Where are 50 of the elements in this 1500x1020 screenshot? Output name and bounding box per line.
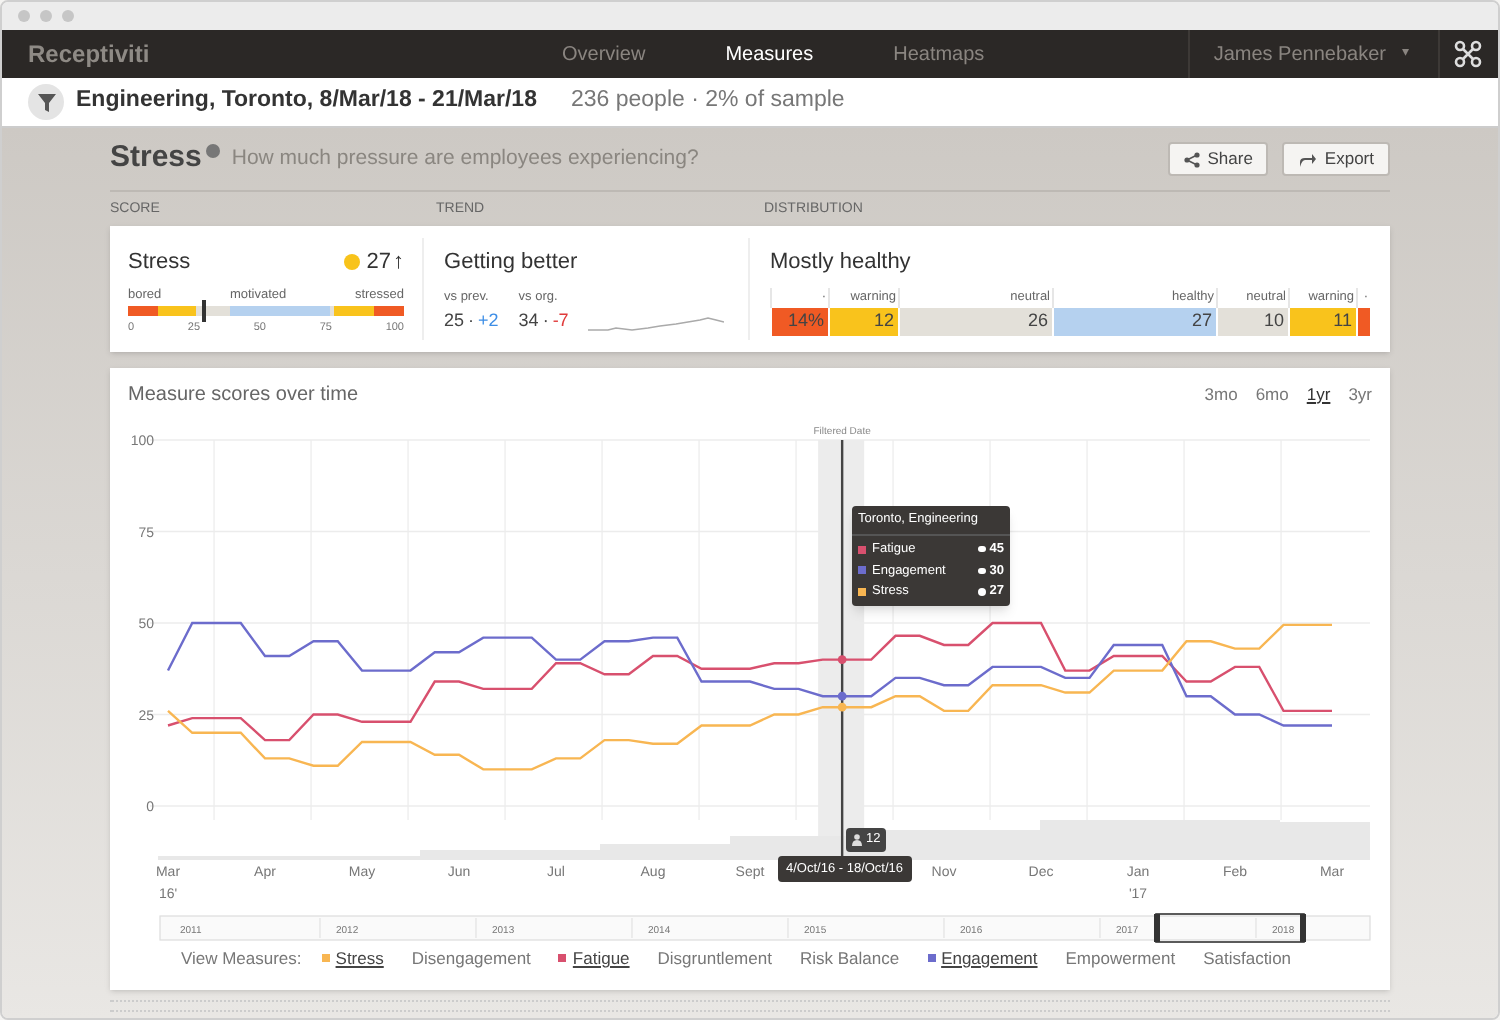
page-title: Stress <box>110 138 202 179</box>
app-logo[interactable]: Receptiviti <box>28 36 150 72</box>
legend-item[interactable]: Disgruntlement <box>657 946 772 972</box>
separator-dot: · <box>468 308 475 335</box>
comparison-value: 34 <box>518 308 539 335</box>
comparison-delta: +2 <box>478 308 499 335</box>
legend-item[interactable]: Fatigue <box>558 946 630 972</box>
legend-item[interactable]: Risk Balance <box>799 946 900 972</box>
range-tab[interactable]: 3mo <box>1204 381 1238 407</box>
person-icon <box>852 834 862 846</box>
filter-title: Engineering, Toronto, 8/Mar/18 - 21/Mar/18 <box>76 86 537 117</box>
nav-tab[interactable]: Heatmaps <box>893 39 985 69</box>
export-button[interactable]: Export <box>1282 142 1390 176</box>
distribution-segment: 11 <box>1288 307 1356 335</box>
range-tab[interactable]: 1yr <box>1306 381 1331 407</box>
page-subtitle: How much pressure are employees experiencing? <box>231 143 699 174</box>
nav-tab[interactable]: Overview <box>562 39 646 69</box>
range-tab[interactable]: 3yr <box>1348 381 1372 407</box>
share-button[interactable]: Share <box>1167 142 1269 176</box>
data-point <box>837 655 847 664</box>
distribution-segment: 14% <box>770 307 828 335</box>
separator-dot: · <box>542 308 549 335</box>
legend-item[interactable]: Satisfaction <box>1203 946 1292 972</box>
filter-summary: 236 people · 2% of sample <box>570 86 845 117</box>
share-icon <box>1183 151 1200 167</box>
score-title: Stress <box>128 248 191 278</box>
comparison-value: 25 <box>444 308 465 335</box>
filter-icon[interactable] <box>28 84 64 120</box>
legend-item[interactable]: Engagement <box>927 946 1038 972</box>
network-icon[interactable] <box>1453 40 1481 68</box>
chart-title: Measure scores over time <box>128 381 359 409</box>
distribution-segment: 12 <box>828 307 898 335</box>
legend-item[interactable]: Disengagement <box>411 946 531 972</box>
score-value: 27 <box>366 248 392 278</box>
legend-item[interactable]: Stress <box>321 946 384 972</box>
range-brush[interactable] <box>1154 913 1306 943</box>
forward-arrow-icon <box>1298 151 1317 167</box>
help-icon[interactable] <box>205 144 220 158</box>
distribution-segment: 26 <box>898 307 1052 335</box>
trend-arrow-icon: ↑ <box>393 246 405 279</box>
legend-item[interactable]: Empowerment <box>1065 946 1176 972</box>
range-tab[interactable]: 6mo <box>1255 381 1289 407</box>
trend-title: Getting better <box>444 248 580 278</box>
user-name[interactable]: James Pennebaker <box>1213 39 1386 69</box>
legend-label: View Measures: <box>180 946 302 972</box>
comparison-delta: -7 <box>552 308 569 335</box>
distribution-segment: 27 <box>1052 307 1216 335</box>
distribution-title: Mostly healthy <box>770 248 913 278</box>
nav-tab[interactable]: Measures <box>725 39 814 69</box>
distribution-segment: 10 <box>1216 307 1288 335</box>
